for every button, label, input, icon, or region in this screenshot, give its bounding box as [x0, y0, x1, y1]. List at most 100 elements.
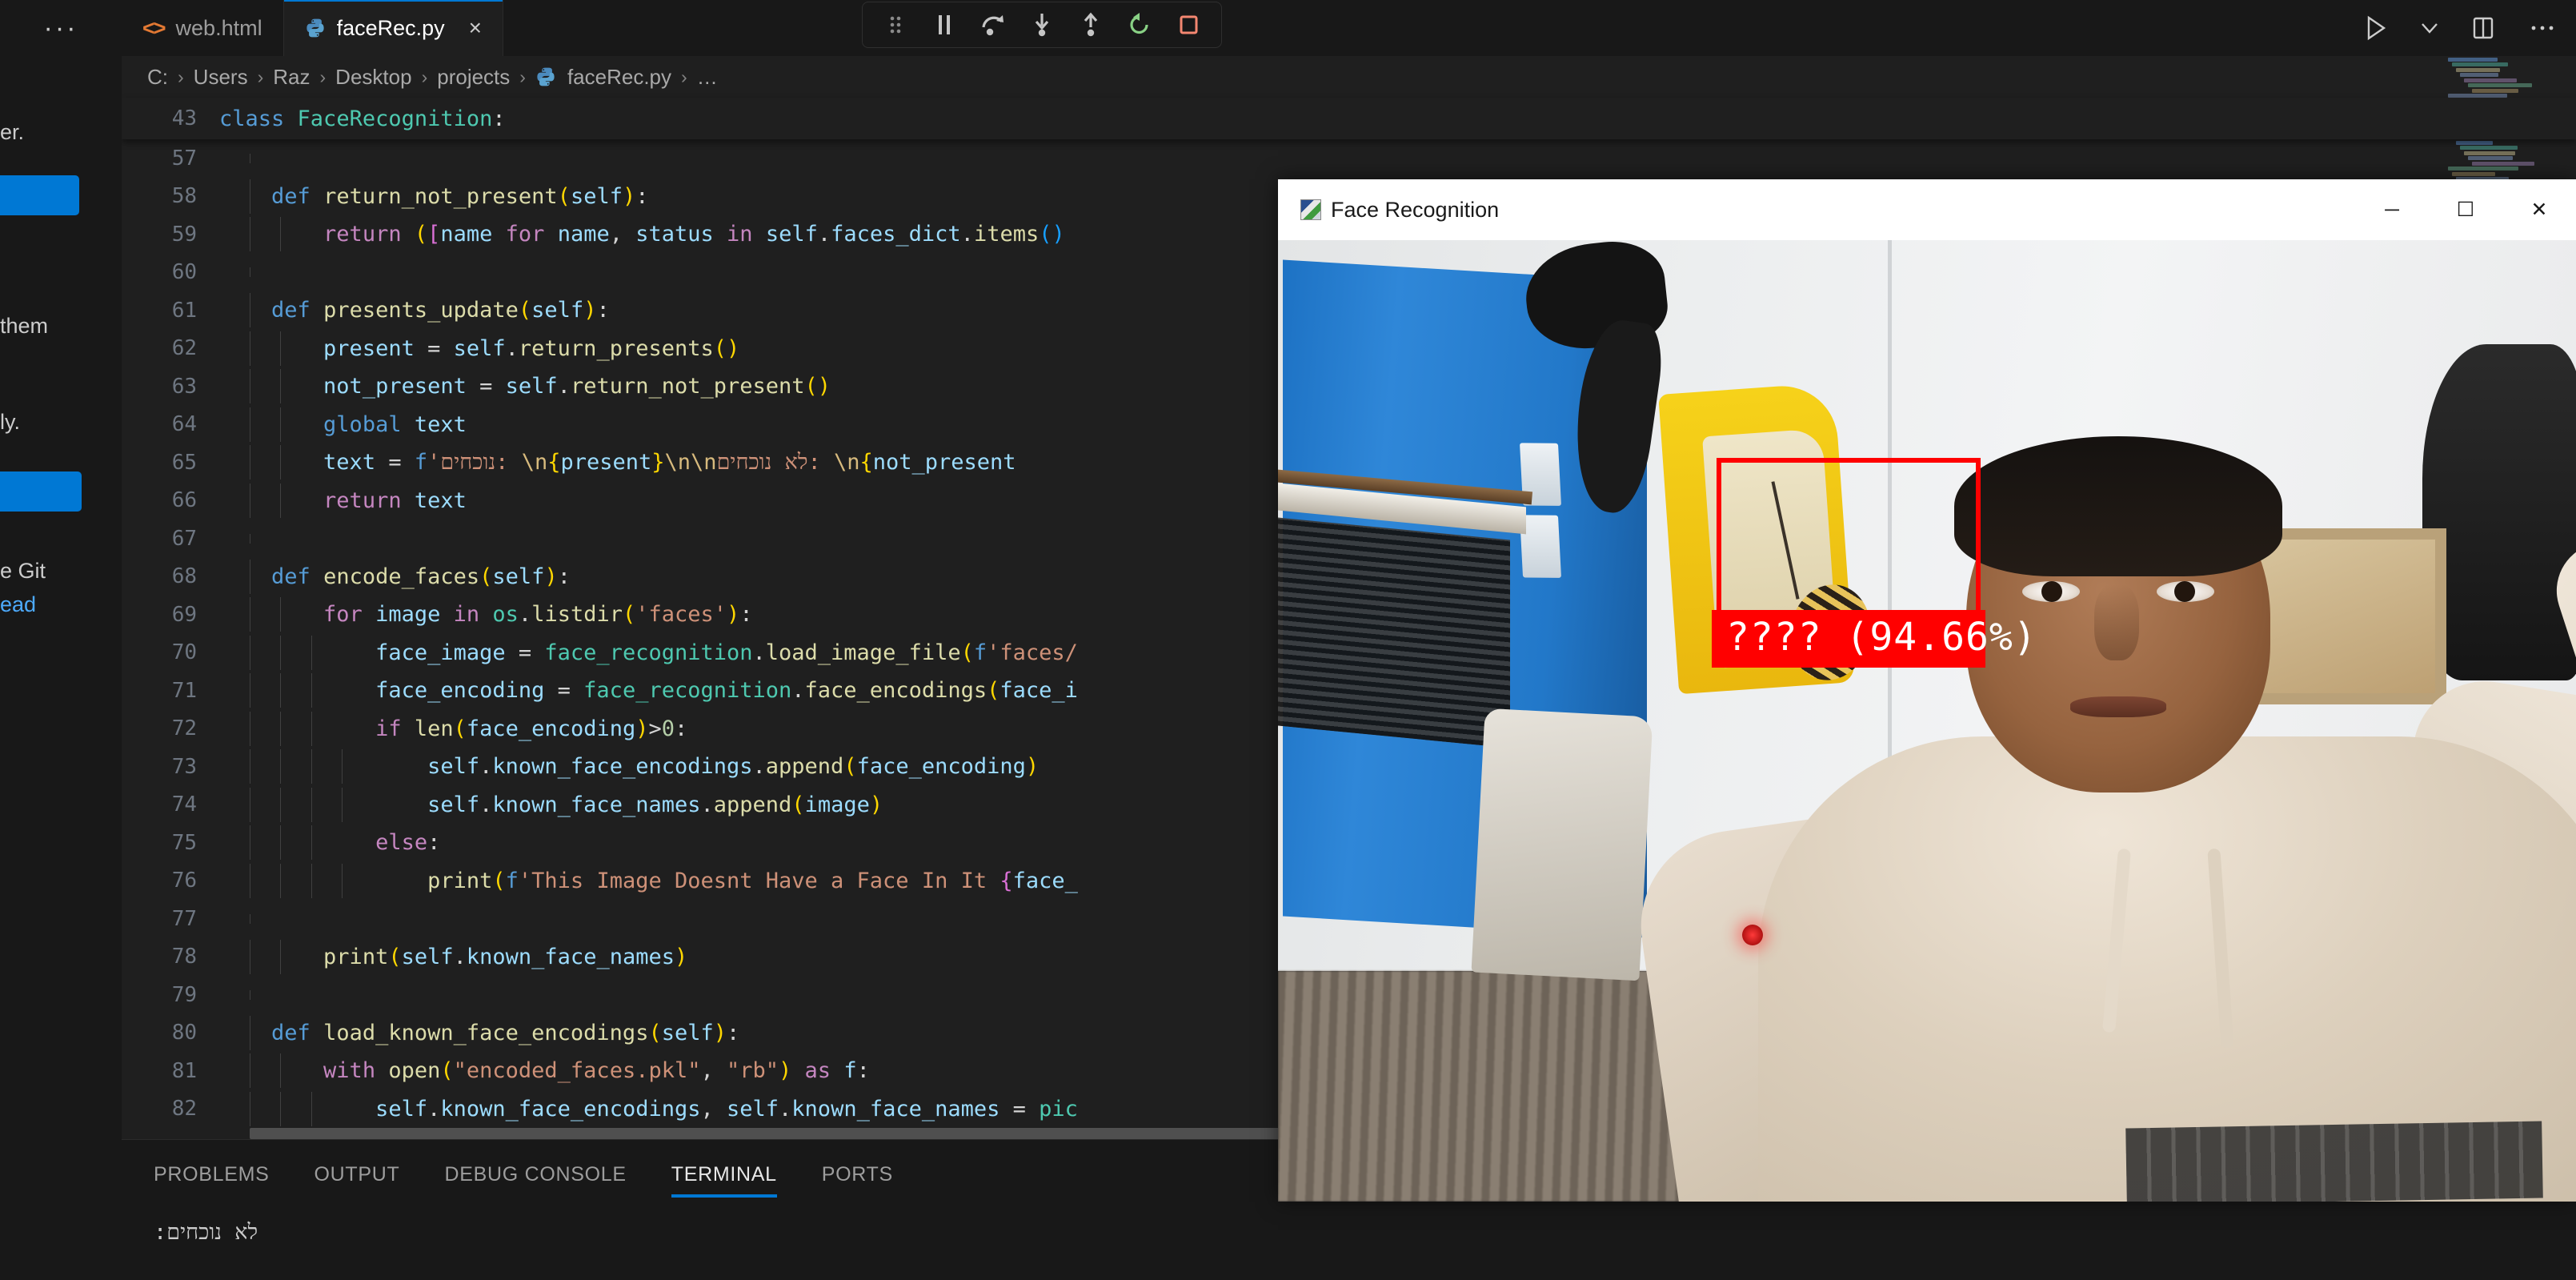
code-token: .: [818, 222, 831, 247]
code-token: self: [375, 1097, 427, 1122]
code-token: [219, 374, 323, 399]
code-token: not_present: [873, 450, 1016, 475]
window-controls: ─ ☐ ✕: [2355, 179, 2576, 240]
left-panel-link[interactable]: ead: [0, 592, 36, 617]
breadcrumb-item-0[interactable]: C:: [144, 65, 171, 90]
code-token: text: [415, 488, 467, 513]
tab-problems[interactable]: PROBLEMS: [154, 1163, 270, 1198]
code-token: return: [323, 222, 415, 247]
terminal-line: לא נוכחים:: [154, 1220, 258, 1245]
code-token: self: [402, 945, 454, 969]
code-token: [219, 1058, 323, 1083]
line-number: 43: [122, 106, 219, 130]
code-token: =: [479, 374, 506, 399]
code-token: ): [635, 716, 648, 741]
line-number: 77: [122, 907, 219, 931]
code-token: if: [375, 716, 415, 741]
maximize-button[interactable]: ☐: [2429, 179, 2502, 240]
code-token: .: [506, 336, 519, 361]
run-python-file-button[interactable]: [2360, 12, 2392, 44]
horizontal-scrollbar[interactable]: [250, 1128, 1434, 1139]
minimap-line: [2472, 89, 2518, 93]
code-token: ,: [700, 1097, 727, 1122]
code-token: :: [857, 1058, 870, 1083]
step-into-button[interactable]: [1024, 7, 1060, 42]
app-image-icon: [1300, 199, 1321, 220]
terminal-output[interactable]: לא נוכחים:: [122, 1198, 2576, 1245]
code-token: [219, 1097, 375, 1122]
code-token: self: [427, 792, 479, 817]
tab-output[interactable]: OUTPUT: [314, 1163, 400, 1198]
close-button[interactable]: ✕: [2502, 179, 2576, 240]
step-over-button[interactable]: [976, 7, 1011, 42]
line-number: 72: [122, 716, 219, 740]
face-recognition-window[interactable]: Face Recognition ─ ☐ ✕: [1278, 179, 2576, 1202]
code-token: :: [492, 106, 505, 131]
code-token: print: [323, 945, 388, 969]
code-token: [219, 869, 427, 893]
run-options-chevron-icon[interactable]: [2419, 12, 2440, 44]
code-token: [219, 602, 323, 627]
indent-guide: [311, 749, 312, 784]
minimap-line: [2448, 167, 2518, 171]
minimap-line: [2464, 78, 2517, 82]
breadcrumb-item-6[interactable]: …: [694, 65, 721, 90]
code-token: [219, 792, 427, 817]
minimap-line: [2456, 141, 2493, 145]
code-token: (): [805, 374, 831, 399]
code-token: [219, 336, 323, 361]
breadcrumb-item-3[interactable]: Desktop: [332, 65, 415, 90]
breadcrumb-item-1[interactable]: Users: [190, 65, 251, 90]
code-token: [219, 678, 375, 703]
code-token: :: [675, 716, 687, 741]
code-token: face_encodings: [805, 678, 988, 703]
line-number: 76: [122, 869, 219, 893]
code-token: .: [700, 792, 713, 817]
stop-button[interactable]: [1171, 7, 1206, 42]
code-token: return_not_present: [571, 374, 805, 399]
face-window-titlebar[interactable]: Face Recognition ─ ☐ ✕: [1278, 179, 2576, 240]
split-editor-right-button[interactable]: [2467, 12, 2499, 44]
tab-debug-console[interactable]: DEBUG CONSOLE: [445, 1163, 627, 1198]
code-token: ,: [610, 222, 636, 247]
line-number: 57: [122, 146, 219, 171]
sticky-scroll-line[interactable]: 43 class FaceRecognition:: [122, 98, 2576, 139]
html-icon: <>: [142, 16, 165, 41]
code-line[interactable]: 57: [122, 139, 2576, 178]
left-panel-text-0: er.: [0, 120, 24, 145]
breadcrumb-item-2[interactable]: Raz: [270, 65, 313, 90]
code-token: (: [987, 678, 1000, 703]
pause-button[interactable]: [927, 7, 962, 42]
tab-web-html[interactable]: <> web.html: [122, 0, 284, 56]
breadcrumb-item-4[interactable]: projects: [434, 65, 513, 90]
minimap-line: [2472, 162, 2534, 166]
indent-guide: [280, 331, 281, 366]
more-actions-button[interactable]: [2526, 12, 2558, 44]
editor-tab-bar: <> web.html faceRec.py ×: [122, 0, 2576, 56]
primary-action-button-2[interactable]: [0, 471, 82, 512]
code-token: ): [623, 184, 635, 209]
indent-guide: [280, 1092, 281, 1126]
step-out-button[interactable]: [1073, 7, 1108, 42]
drag-handle-icon[interactable]: [878, 7, 913, 42]
minimap-line: [2468, 156, 2513, 160]
primary-action-button-1[interactable]: [0, 175, 79, 215]
indent-guide: [311, 673, 312, 708]
tab-ports[interactable]: PORTS: [822, 1163, 893, 1198]
code-token: as: [791, 1058, 843, 1083]
tab-terminal[interactable]: TERMINAL: [671, 1163, 777, 1198]
restart-button[interactable]: [1122, 7, 1157, 42]
line-number: 68: [122, 564, 219, 588]
code-token: (: [440, 1058, 453, 1083]
tab-overflow-button[interactable]: ···: [0, 0, 122, 56]
minimize-button[interactable]: ─: [2355, 179, 2429, 240]
close-icon[interactable]: ×: [469, 15, 482, 41]
code-token: [219, 564, 271, 589]
minimap-line: [2460, 73, 2498, 77]
tab-facerec-py[interactable]: faceRec.py ×: [284, 0, 503, 56]
code-token: self: [506, 374, 558, 399]
breadcrumb-item-5[interactable]: faceRec.py: [564, 65, 675, 90]
indent-guide: [280, 1053, 281, 1088]
code-token: .: [791, 678, 804, 703]
white-cloth: [1472, 708, 1653, 981]
